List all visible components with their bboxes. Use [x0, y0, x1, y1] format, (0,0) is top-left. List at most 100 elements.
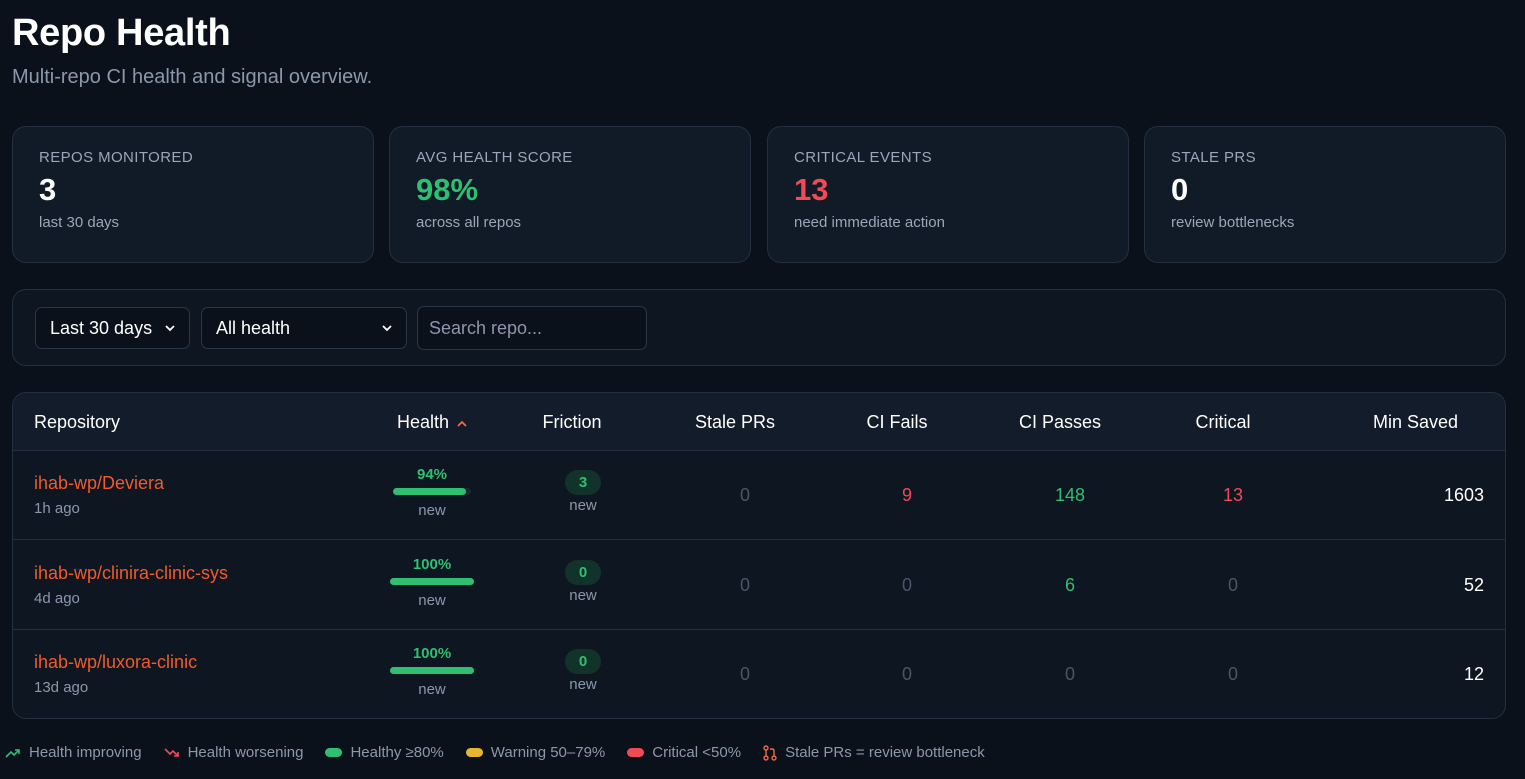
friction-note: new	[569, 497, 597, 514]
repo-updated-time: 1h ago	[34, 500, 80, 517]
health-note: new	[418, 681, 446, 698]
legend-label: Warning 50–79%	[490, 744, 606, 761]
column-header-health[interactable]: Health	[397, 393, 467, 451]
friction-badge: 3	[565, 470, 601, 495]
legend-label: Health worsening	[187, 744, 304, 761]
filter-bar: Last 30 days All health Search repo...	[12, 289, 1506, 366]
stat-card-critical-events: CRITICAL EVENTS 13 need immediate action	[767, 126, 1129, 263]
chevron-down-icon	[382, 321, 392, 335]
legend-label: Critical <50%	[652, 744, 742, 761]
warning-pill-icon	[465, 748, 483, 757]
git-pull-request-icon	[763, 744, 777, 761]
stat-note: need immediate action	[794, 214, 945, 231]
health-bar-fill	[390, 578, 474, 585]
friction-note: new	[569, 587, 597, 604]
legend-label: Health improving	[29, 744, 142, 761]
friction-badge: 0	[565, 560, 601, 585]
healthy-pill-icon	[325, 748, 343, 757]
column-header-repository[interactable]: Repository	[34, 393, 120, 451]
ci-fails-value: 0	[901, 664, 913, 684]
repo-link[interactable]: ihab-wp/luxora-clinic	[34, 652, 197, 673]
critical-pill-icon	[627, 748, 645, 757]
friction-cell: 0 new	[553, 560, 613, 604]
stat-label: AVG HEALTH SCORE	[416, 149, 573, 166]
search-repo-input[interactable]: Search repo...	[417, 306, 647, 350]
column-header-min-saved[interactable]: Min Saved	[1373, 393, 1458, 451]
ci-passes-value: 148	[1054, 485, 1086, 505]
legend-label: Stale PRs = review bottleneck	[785, 744, 985, 761]
stat-card-repos-monitored: REPOS MONITORED 3 last 30 days	[12, 126, 374, 263]
chevron-down-icon	[165, 321, 175, 335]
trending-down-icon	[163, 747, 180, 759]
repo-updated-time: 13d ago	[34, 679, 89, 696]
friction-cell: 0 new	[553, 649, 613, 693]
health-bar	[390, 667, 474, 674]
stat-cards: REPOS MONITORED 3 last 30 days AVG HEALT…	[12, 126, 1506, 263]
stat-note: last 30 days	[39, 214, 120, 231]
stat-note: across all repos	[416, 214, 522, 231]
stat-label: REPOS MONITORED	[39, 149, 194, 166]
stale-prs-value: 0	[739, 575, 751, 595]
stat-label: STALE PRS	[1171, 149, 1257, 166]
stat-label: CRITICAL EVENTS	[794, 149, 932, 166]
stale-prs-value: 0	[739, 485, 751, 505]
stat-card-stale-prs: STALE PRS 0 review bottlenecks	[1144, 126, 1506, 263]
health-bar-fill	[393, 488, 467, 495]
legend-warning: Warning 50–79%	[465, 744, 606, 761]
legend-healthy: Healthy ≥80%	[325, 744, 444, 761]
critical-value: 13	[1222, 485, 1244, 505]
health-percent: 100%	[412, 645, 452, 662]
stat-value: 0	[1171, 172, 1189, 207]
health-bar	[390, 578, 474, 585]
trending-up-icon	[5, 747, 21, 759]
critical-value: 0	[1227, 575, 1239, 595]
friction-cell: 3 new	[553, 470, 613, 514]
health-select[interactable]: All health	[201, 307, 407, 349]
table-row: ihab-wp/luxora-clinic 13d ago 100% new 0…	[13, 630, 1505, 718]
health-cell: 100% new	[390, 556, 474, 609]
column-header-label: Health	[396, 411, 450, 432]
health-note: new	[418, 592, 446, 609]
column-header-ci-fails[interactable]: CI Fails	[866, 393, 927, 451]
stat-note: review bottlenecks	[1171, 214, 1295, 231]
column-header-friction[interactable]: Friction	[542, 393, 601, 451]
health-cell: 94% new	[390, 466, 474, 519]
page-subtitle: Multi-repo CI health and signal overview…	[12, 66, 373, 88]
stale-prs-value: 0	[739, 664, 751, 684]
min-saved-value: 1603	[1443, 485, 1484, 505]
friction-badge: 0	[565, 649, 601, 674]
column-header-critical[interactable]: Critical	[1195, 393, 1250, 451]
ci-fails-value: 0	[901, 575, 913, 595]
health-cell: 100% new	[390, 645, 474, 698]
repo-table: Repository Health Friction Stale PRs CI …	[12, 392, 1506, 719]
legend: Health improving Health worsening Health…	[5, 744, 1007, 761]
ci-passes-value: 0	[1064, 664, 1076, 684]
repo-link[interactable]: ihab-wp/Deviera	[34, 473, 164, 494]
ci-passes-value: 6	[1064, 575, 1076, 595]
health-percent: 100%	[412, 556, 452, 573]
period-select-value: Last 30 days	[50, 317, 153, 338]
legend-label: Healthy ≥80%	[350, 744, 444, 761]
column-header-stale-prs[interactable]: Stale PRs	[695, 393, 775, 451]
table-row: ihab-wp/clinira-clinic-sys 4d ago 100% n…	[13, 541, 1505, 630]
period-select[interactable]: Last 30 days	[35, 307, 190, 349]
repo-link[interactable]: ihab-wp/clinira-clinic-sys	[34, 563, 228, 584]
page-title: Repo Health	[12, 12, 231, 54]
stat-value: 3	[39, 172, 57, 207]
legend-stale: Stale PRs = review bottleneck	[763, 744, 985, 761]
sort-ascending-icon	[457, 415, 467, 430]
column-header-ci-passes[interactable]: CI Passes	[1019, 393, 1101, 451]
health-percent: 94%	[416, 466, 448, 483]
stat-value: 13	[794, 172, 829, 207]
legend-improving: Health improving	[5, 744, 142, 761]
critical-value: 0	[1227, 664, 1239, 684]
ci-fails-value: 9	[901, 485, 913, 505]
legend-worsening: Health worsening	[163, 744, 304, 761]
health-bar-fill	[390, 667, 474, 674]
stat-card-avg-health-score: AVG HEALTH SCORE 98% across all repos	[389, 126, 751, 263]
health-note: new	[418, 502, 446, 519]
stat-value: 98%	[416, 172, 479, 207]
friction-note: new	[569, 676, 597, 693]
table-row: ihab-wp/Deviera 1h ago 94% new 3 new 0 9…	[13, 451, 1505, 540]
min-saved-value: 52	[1463, 575, 1484, 595]
